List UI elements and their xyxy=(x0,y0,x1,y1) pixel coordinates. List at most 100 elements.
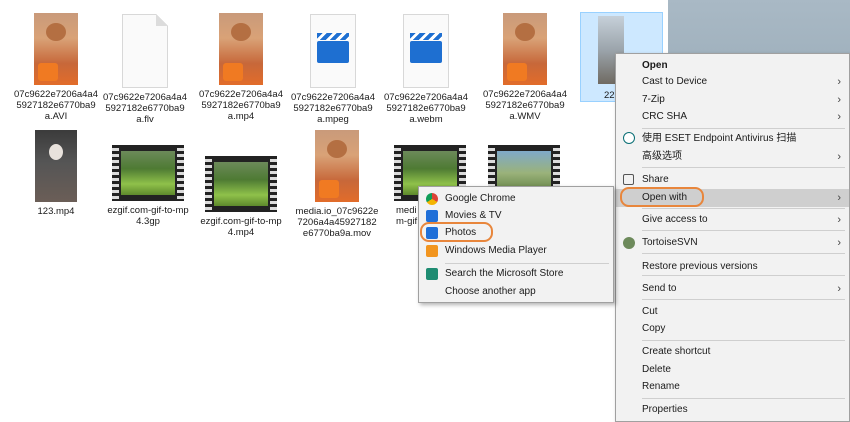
file-item[interactable]: 07c9622e7206a4a45927182e6770ba9a.flv xyxy=(103,14,187,125)
menu-item-label: CRC SHA xyxy=(642,111,688,122)
menu-item-copy[interactable]: Copy xyxy=(616,320,849,338)
menu-item-label: Choose another app xyxy=(445,286,536,297)
eset-shield-icon xyxy=(623,132,635,144)
file-name: 07c9622e7206a4a45927182e6770ba9a.mp4 xyxy=(199,89,284,122)
file-name: 22 xyxy=(604,90,615,101)
file-name: 07c9622e7206a4a45927182e6770ba9a.WMV xyxy=(483,89,568,122)
video-thumbnail xyxy=(503,13,547,85)
menu-separator xyxy=(642,299,845,300)
chevron-right-icon: › xyxy=(837,94,841,106)
file-name: 07c9622e7206a4a45927182e6770ba9a.AVI xyxy=(14,89,99,122)
chevron-right-icon: › xyxy=(837,237,841,249)
menu-item-cut[interactable]: Cut xyxy=(616,303,849,321)
store-icon xyxy=(426,268,438,280)
open-with-submenu: Google Chrome Movies & TV Photos Windows… xyxy=(418,186,614,303)
chevron-right-icon: › xyxy=(837,214,841,226)
menu-item-label: Delete xyxy=(642,364,671,375)
menu-item-send-to[interactable]: Send to › xyxy=(616,280,849,298)
menu-item-rename[interactable]: Rename xyxy=(616,378,849,396)
menu-item-label: Windows Media Player xyxy=(445,245,547,256)
file-item[interactable]: ezgif.com-gif-to-mp4.3gp xyxy=(106,145,190,227)
menu-item-label: Give access to xyxy=(642,214,708,225)
menu-item-label: Cut xyxy=(642,306,658,317)
file-name: 07c9622e7206a4a45927182e6770ba9a.mpeg xyxy=(291,92,376,125)
app-windows-media-player[interactable]: Windows Media Player xyxy=(419,242,613,260)
chevron-right-icon: › xyxy=(837,111,841,123)
file-name: 07c9622e7206a4a45927182e6770ba9a.webm xyxy=(384,92,469,125)
menu-item-label: 使用 ESET Endpoint Antivirus 扫描 xyxy=(642,133,797,144)
menu-item-give-access[interactable]: Give access to › xyxy=(616,211,849,229)
share-icon xyxy=(623,174,634,185)
menu-item-label: Open xyxy=(642,60,668,71)
clapperboard-icon xyxy=(317,33,349,63)
menu-item-cast-to-device[interactable]: Cast to Device › xyxy=(616,73,849,91)
video-thumbnail xyxy=(315,130,359,202)
chevron-right-icon: › xyxy=(837,76,841,88)
file-name: 07c9622e7206a4a45927182e6770ba9a.flv xyxy=(103,92,188,125)
menu-separator xyxy=(642,167,845,168)
menu-separator xyxy=(445,263,609,264)
menu-item-delete[interactable]: Delete xyxy=(616,361,849,379)
menu-item-7zip[interactable]: 7-Zip › xyxy=(616,91,849,109)
menu-item-label: Copy xyxy=(642,323,666,334)
chrome-icon xyxy=(426,193,438,205)
menu-item-eset-scan[interactable]: 使用 ESET Endpoint Antivirus 扫描 xyxy=(616,130,849,148)
file-item[interactable]: 07c9622e7206a4a45927182e6770ba9a.webm xyxy=(384,14,468,125)
chevron-right-icon: › xyxy=(837,192,841,204)
menu-item-advanced-options[interactable]: 高级选项 › xyxy=(616,148,849,166)
menu-separator xyxy=(642,398,845,399)
menu-item-label: Google Chrome xyxy=(445,193,516,204)
menu-item-crc-sha[interactable]: CRC SHA › xyxy=(616,108,849,126)
file-name: 123.mp4 xyxy=(37,206,75,217)
menu-item-label: Properties xyxy=(642,404,688,415)
menu-item-restore-previous-versions[interactable]: Restore previous versions xyxy=(616,258,849,276)
filmstrip-thumbnail xyxy=(205,156,277,212)
file-item[interactable]: 07c9622e7206a4a45927182e6770ba9a.mpeg xyxy=(291,14,375,125)
menu-item-label: 高级选项 xyxy=(642,151,682,162)
clapperboard-icon xyxy=(410,33,442,63)
highlight-ring-open-with xyxy=(620,187,704,207)
menu-item-label: Send to xyxy=(642,283,677,294)
media-player-icon xyxy=(426,245,438,257)
menu-item-label: Rename xyxy=(642,381,680,392)
menu-item-label: 7-Zip xyxy=(642,94,665,105)
file-name: ezgif.com-gif-to-mp4.mp4 xyxy=(200,216,282,238)
menu-separator xyxy=(642,253,845,254)
menu-item-label: Share xyxy=(642,174,669,185)
file-item[interactable]: 07c9622e7206a4a45927182e6770ba9a.AVI xyxy=(14,13,98,122)
chevron-right-icon: › xyxy=(837,283,841,295)
tortoise-icon xyxy=(623,237,635,249)
menu-item-create-shortcut[interactable]: Create shortcut xyxy=(616,343,849,361)
file-name: ezgif.com-gif-to-mp4.3gp xyxy=(107,205,189,227)
menu-item-label: Cast to Device xyxy=(642,76,708,87)
chevron-right-icon: › xyxy=(837,151,841,163)
file-name: media.io_07c9622e7206a4a45927182e6770ba9… xyxy=(295,206,379,239)
file-item[interactable]: 07c9622e7206a4a45927182e6770ba9a.mp4 xyxy=(199,13,283,122)
menu-separator xyxy=(642,208,845,209)
menu-item-label: TortoiseSVN xyxy=(642,237,698,248)
menu-separator xyxy=(642,340,845,341)
video-thumbnail xyxy=(35,130,77,202)
menu-item-label: Create shortcut xyxy=(642,346,711,357)
menu-item-label: Movies & TV xyxy=(445,210,502,221)
menu-item-properties[interactable]: Properties xyxy=(616,401,849,419)
file-item[interactable]: 07c9622e7206a4a45927182e6770ba9a.WMV xyxy=(483,13,567,122)
file-item[interactable]: ezgif.com-gif-to-mp4.mp4 xyxy=(199,156,283,238)
highlight-ring-photos xyxy=(420,222,493,242)
app-google-chrome[interactable]: Google Chrome xyxy=(419,190,613,208)
menu-separator xyxy=(642,230,845,231)
file-item[interactable]: media.io_07c9622e7206a4a45927182e6770ba9… xyxy=(295,130,379,239)
menu-item-label: Restore previous versions xyxy=(642,261,758,272)
menu-separator xyxy=(642,128,845,129)
menu-item-tortoisesvn[interactable]: TortoiseSVN › xyxy=(616,234,849,252)
generic-file-icon xyxy=(122,14,168,88)
search-microsoft-store[interactable]: Search the Microsoft Store xyxy=(419,265,613,283)
video-file-icon xyxy=(310,14,356,88)
file-item[interactable]: 123.mp4 xyxy=(14,130,98,217)
choose-another-app[interactable]: Choose another app xyxy=(419,283,613,301)
context-menu: Open Cast to Device › 7-Zip › CRC SHA › 使用 … xyxy=(615,53,850,422)
video-file-icon xyxy=(403,14,449,88)
menu-separator xyxy=(642,275,845,276)
movies-tv-icon xyxy=(426,210,438,222)
filmstrip-thumbnail xyxy=(112,145,184,201)
